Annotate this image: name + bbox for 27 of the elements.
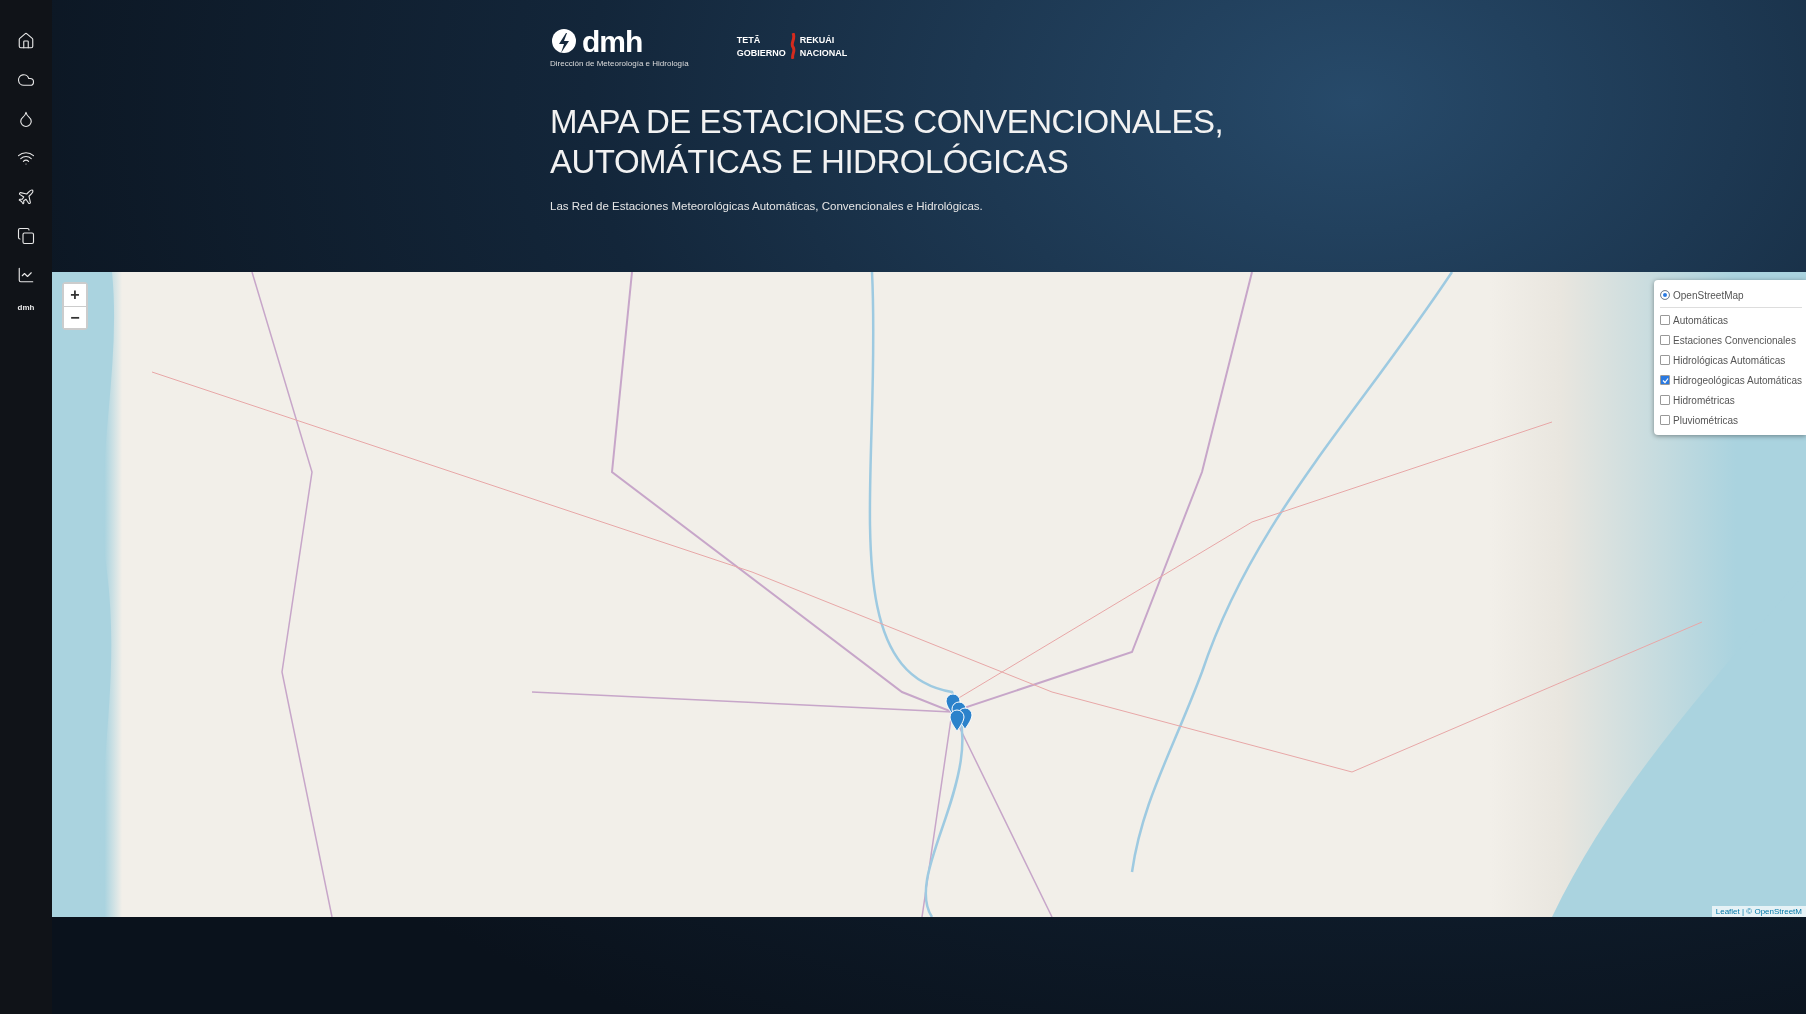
checkbox[interactable]	[1660, 375, 1671, 385]
logo-text: dmh	[582, 24, 643, 59]
sidebar-link[interactable]: dmh	[17, 303, 35, 312]
zoom-out-button[interactable]: −	[64, 306, 86, 328]
page-title: MAPA DE ESTACIONES CONVENCIONALES,	[550, 102, 1224, 142]
overlay-option[interactable]: Hidrológicas Automáticas	[1660, 350, 1802, 370]
logo-text: REKUÁI	[799, 34, 836, 45]
overlay-option[interactable]: Estaciones Convencionales	[1660, 330, 1802, 350]
checkbox[interactable]	[1660, 415, 1671, 425]
logo-text: NACIONAL	[799, 47, 848, 58]
layer-option[interactable]: OpenStreetMap	[1660, 285, 1802, 305]
logo-text: TETÃ	[736, 34, 762, 45]
overlay-option[interactable]: Hidrométricas	[1660, 390, 1802, 410]
checkbox[interactable]	[1660, 315, 1671, 325]
logo-text: GOBIERNO	[736, 47, 786, 58]
overlay-option[interactable]: Automáticas	[1660, 310, 1802, 330]
radio-button[interactable]	[1660, 290, 1671, 300]
page-subtitle: Las Red de Estaciones Meteorológicas Automáticas, Convencionales e Hidrológicas.	[550, 200, 984, 212]
overlay-option[interactable]: Hidrogeológicas Automáticas	[1660, 370, 1802, 390]
checkbox[interactable]	[1660, 395, 1671, 405]
checkbox[interactable]	[1660, 355, 1671, 365]
overlay-option[interactable]: Pluviométricas	[1660, 410, 1802, 430]
logo-subtitle: Dirección de Meteorología e Hidrología	[550, 58, 689, 68]
panels-icon[interactable]	[15, 225, 37, 247]
map-attribution[interactable]: Leaflet | © OpenStreetM	[1711, 906, 1806, 917]
checkbox[interactable]	[1660, 335, 1671, 345]
page-title: AUTOMÁTICAS E HIDROLÓGICAS	[550, 142, 1069, 182]
